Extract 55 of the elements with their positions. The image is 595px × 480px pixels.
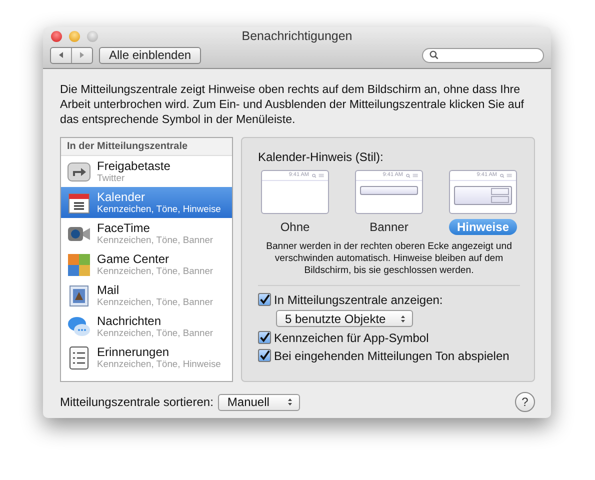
app-list-item[interactable]: FaceTime Kennzeichen, Töne, Banner — [61, 218, 232, 249]
style-option[interactable]: Banner — [362, 219, 416, 235]
stamp-icon — [67, 284, 91, 308]
popup-menu[interactable]: 5 benutzte Objekte — [276, 310, 413, 327]
style-option[interactable]: Ohne — [272, 219, 318, 235]
app-list-item[interactable]: Mail Kennzeichen, Töne, Banner — [61, 280, 232, 311]
app-name: Kalender — [97, 190, 146, 202]
style-note: Banner werden in der rechten oberen Ecke angezeigt und verschwinden automatisch. Hinweise bleiben auf dem Bildschirm, bis sie geschlossen werden. — [265, 241, 513, 277]
app-name: Mail — [97, 284, 120, 296]
app-name: Erinnerungen — [97, 346, 170, 358]
app-name: FaceTime — [97, 222, 151, 234]
checkbox-label: Bei eingehenden Mitteilungen Ton abspielen — [274, 348, 510, 362]
list-header: In der Mitteilungszentrale — [61, 138, 232, 156]
search-field[interactable] — [422, 48, 544, 62]
close-button[interactable] — [51, 30, 62, 42]
banner-preview — [360, 186, 418, 195]
show-all-button[interactable]: Alle einblenden — [99, 46, 202, 64]
checklist-icon — [67, 346, 91, 370]
speech-bubbles-icon — [67, 314, 91, 338]
stepper-arrows-icon — [287, 397, 294, 407]
checkbox[interactable] — [258, 349, 271, 362]
app-detail: Kennzeichen, Töne, Banner — [97, 234, 214, 246]
app-list-item[interactable]: Erinnerungen Kennzeichen, Töne, Hinweise — [61, 342, 232, 373]
app-detail: Twitter — [97, 172, 125, 184]
sort-popup-menu[interactable]: Manuell — [218, 394, 300, 410]
app-name: Freigabetaste — [97, 160, 170, 172]
menu-bar-icons — [404, 173, 419, 178]
stepper-arrows-icon — [400, 314, 406, 324]
app-name: Nachrichten — [97, 314, 162, 326]
help-button[interactable]: ? — [515, 392, 535, 412]
checkbox-label: Kennzeichen für App-Symbol — [274, 330, 429, 344]
style-heading: Kalender-Hinweis (Stil): — [258, 150, 384, 164]
menu-bar-icons — [498, 173, 513, 178]
app-list-item[interactable]: Kalender Kennzeichen, Töne, Hinweise — [61, 187, 232, 218]
app-detail: Kennzeichen, Töne, Hinweise — [97, 358, 221, 370]
calendar-icon — [67, 190, 91, 214]
checkbox[interactable] — [258, 331, 271, 344]
menu-bar-icons — [311, 173, 325, 178]
app-detail: Kennzeichen, Töne, Banner — [97, 296, 214, 308]
app-detail: Kennzeichen, Töne, Hinweise — [97, 202, 221, 214]
app-detail: Kennzeichen, Töne, Banner — [97, 326, 214, 338]
app-list-item[interactable]: Nachrichten Kennzeichen, Töne, Banner — [61, 311, 232, 342]
checkbox-label: In Mitteilungszentrale anzeigen: — [274, 292, 443, 306]
app-list-item[interactable]: Freigabetaste Twitter — [61, 156, 232, 187]
checkbox[interactable] — [258, 293, 271, 306]
share-icon — [67, 160, 91, 184]
sort-label: Mitteilungszentrale sortieren: — [60, 395, 214, 409]
app-list-item[interactable]: Game Center Kennzeichen, Töne, Banner — [61, 249, 232, 280]
window-title: Benachrichtigungen — [242, 29, 352, 43]
app-detail: Kennzeichen, Töne, Banner — [97, 264, 214, 276]
description-text: Die Mitteilungszentrale zeigt Hinweise oben rechts auf dem Bildschirm an, ohne dass Ihre Arbeit unterbrochen wird. Zum Ein- und Ausblenden der Mitteilungszentrale klicken Sie auf das entsprechende Symbol in der Menüleiste. — [60, 82, 525, 127]
game-tiles-icon — [67, 252, 91, 276]
app-name: Game Center — [97, 252, 170, 264]
alert-preview — [454, 186, 512, 205]
search-icon — [429, 50, 439, 60]
